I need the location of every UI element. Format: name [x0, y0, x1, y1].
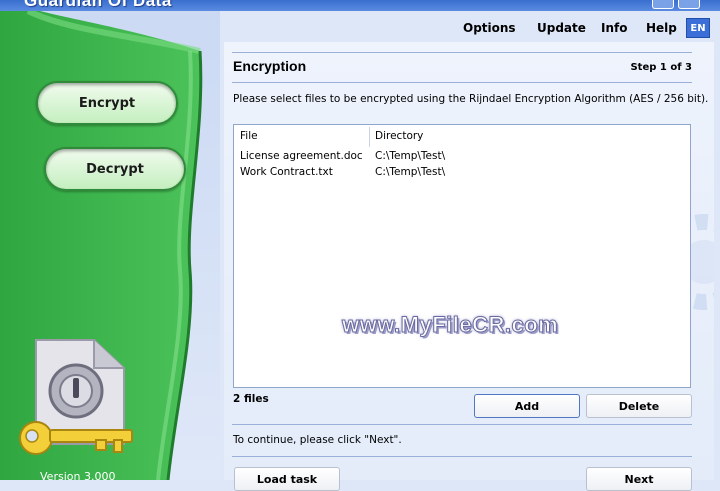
sidebar: Encrypt Decrypt Version 3.000 — [0, 11, 220, 480]
menu-info[interactable]: Info — [601, 21, 627, 35]
file-directory: C:\Temp\Test\ — [375, 150, 446, 162]
delete-button[interactable]: Delete — [586, 394, 692, 418]
main-panel: Encryption Step 1 of 3 Please select fil… — [224, 42, 714, 491]
menu-options[interactable]: Options — [463, 21, 516, 35]
page-title: Encryption — [233, 58, 307, 74]
encrypt-label: Encrypt — [78, 95, 136, 111]
table-row[interactable]: Work Contract.txt C:\Temp\Test\ — [240, 166, 680, 181]
load-task-button[interactable]: Load task — [234, 467, 340, 491]
table-row[interactable]: License agreement.doc C:\Temp\Test\ — [240, 150, 680, 165]
next-button[interactable]: Next — [586, 467, 692, 491]
bottom-divider — [232, 424, 692, 425]
file-list[interactable]: File Directory License agreement.doc C:\… — [233, 124, 691, 388]
continue-hint: To continue, please click "Next". — [233, 434, 402, 446]
top-divider — [232, 52, 692, 53]
title-bar: Guardian Of Data — [0, 0, 720, 11]
file-directory: C:\Temp\Test\ — [375, 166, 446, 178]
minimize-button[interactable] — [652, 0, 674, 9]
file-count: 2 files — [233, 393, 269, 405]
encrypt-button[interactable]: Encrypt — [36, 81, 178, 125]
column-divider[interactable] — [369, 127, 370, 147]
decrypt-button[interactable]: Decrypt — [44, 147, 186, 191]
add-button[interactable]: Add — [474, 394, 580, 418]
menu-help[interactable]: Help — [646, 21, 677, 35]
column-header-directory[interactable]: Directory — [375, 130, 423, 142]
file-name: Work Contract.txt — [240, 166, 333, 178]
decrypt-label: Decrypt — [86, 161, 144, 177]
close-button[interactable] — [678, 0, 700, 9]
step-indicator: Step 1 of 3 — [630, 62, 692, 73]
description-text: Please select files to be encrypted usin… — [233, 93, 709, 105]
language-button[interactable]: EN — [686, 18, 710, 38]
version-label: Version 3.000 — [40, 470, 116, 480]
file-name: License agreement.doc — [240, 150, 363, 162]
watermark-text: www.MyFileCR.com — [341, 312, 559, 338]
app-title: Guardian Of Data — [24, 0, 172, 10]
menu-bar: Options Update Info Help EN — [224, 16, 714, 40]
menu-update[interactable]: Update — [537, 21, 586, 35]
footer-divider — [232, 456, 692, 457]
lock-document-key-icon — [19, 339, 133, 455]
column-header-file[interactable]: File — [240, 130, 258, 142]
heading-divider — [232, 82, 692, 83]
